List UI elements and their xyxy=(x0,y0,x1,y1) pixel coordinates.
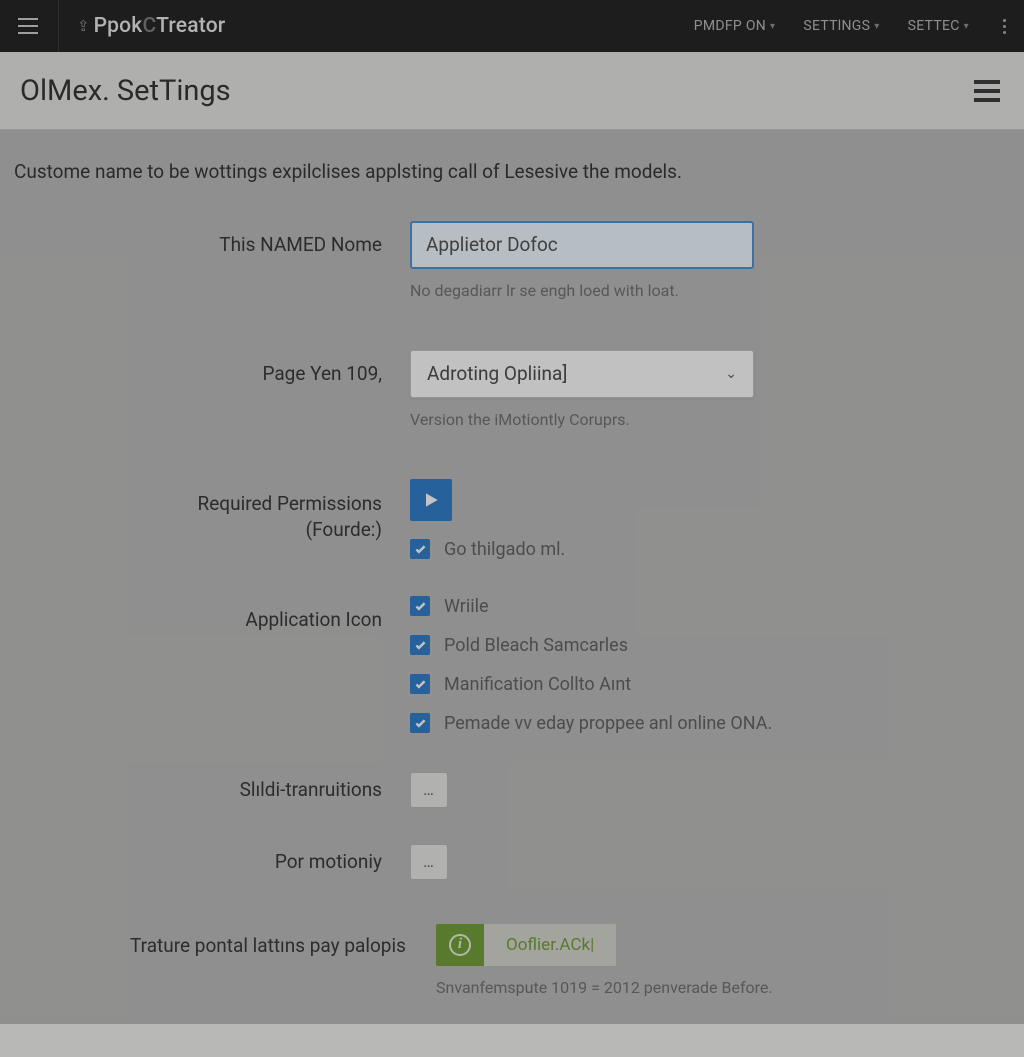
version-select[interactable]: Adroting Opliina] ⌄ xyxy=(410,350,754,398)
permissions-label: Required Permissions (Fourde:) xyxy=(0,479,410,544)
chevron-down-icon: ▾ xyxy=(964,21,969,32)
checkbox-manification-label: Manification Collto Aınt xyxy=(444,674,631,695)
brand-icon: ⇪ xyxy=(77,17,90,35)
checkbox-pemade-label: Pemade vv eday proppee anl online ONA. xyxy=(444,713,772,734)
hamburger-menu-icon[interactable] xyxy=(8,6,48,46)
brand-logo[interactable]: ⇪ PpokCTreator xyxy=(77,14,225,38)
topbar-menu: PMDFP ON▾ SETTlNGS▾ SETTEC▾ xyxy=(694,13,1016,40)
page-description: Custome name to be wottings expilclises … xyxy=(0,130,1024,221)
transitions-label: Slıldi-tranruitions xyxy=(0,772,410,801)
checkbox-go[interactable] xyxy=(410,539,430,559)
page-header: OlMex. SetTings xyxy=(0,52,1024,130)
page-menu-icon[interactable] xyxy=(974,80,1000,102)
chevron-down-icon: ⌄ xyxy=(725,366,737,382)
checkbox-pold[interactable] xyxy=(410,635,430,655)
appicon-label: Application Icon xyxy=(0,596,410,631)
play-icon xyxy=(421,490,441,510)
chevron-down-icon: ▾ xyxy=(874,21,879,32)
topbar-item-settec[interactable]: SETTEC▾ xyxy=(908,18,969,34)
version-label: Page Yen 109, xyxy=(0,350,410,385)
divider xyxy=(58,0,59,52)
kebab-menu-icon[interactable] xyxy=(997,13,1012,40)
checkbox-wrile-label: Wriile xyxy=(444,596,489,617)
checkbox-wrile[interactable] xyxy=(410,596,430,616)
portal-label: Trature pontal lattıns pay palopis xyxy=(0,924,436,957)
play-button[interactable] xyxy=(410,479,452,521)
info-button[interactable]: i xyxy=(436,924,484,966)
checkbox-go-label: Go thilgado ml. xyxy=(444,539,565,560)
topbar-item-pmdfp[interactable]: PMDFP ON▾ xyxy=(694,18,776,34)
checkbox-manification[interactable] xyxy=(410,674,430,694)
settings-form: This NAMED Nome No degadiarr lr se engh … xyxy=(0,221,1024,1057)
topbar-item-settings[interactable]: SETTlNGS▾ xyxy=(803,18,879,34)
portal-action-button[interactable]: Ooflier.ACk| xyxy=(484,924,616,966)
checkbox-pemade[interactable] xyxy=(410,713,430,733)
motion-browse-button[interactable]: … xyxy=(410,844,448,880)
version-selected: Adroting Opliina] xyxy=(427,362,567,385)
topbar: ⇪ PpokCTreator PMDFP ON▾ SETTlNGS▾ SETTE… xyxy=(0,0,1024,52)
transitions-browse-button[interactable]: … xyxy=(410,772,448,808)
checkbox-pold-label: Pold Bleach Samcarles xyxy=(444,635,628,656)
portal-hint: Snvanfemspute 1019 = 2012 penverade Befo… xyxy=(436,978,996,997)
motion-label: Por motioniy xyxy=(0,844,410,873)
page-title: OlMex. SetTings xyxy=(20,74,231,108)
name-input[interactable] xyxy=(410,221,754,269)
name-label: This NAMED Nome xyxy=(0,221,410,256)
brand-text: PpokCTreator xyxy=(94,14,226,38)
info-icon: i xyxy=(449,934,471,956)
name-hint: No degadiarr lr se engh loed with loat. xyxy=(410,281,970,300)
chevron-down-icon: ▾ xyxy=(770,21,775,32)
version-hint: Version the iMotiontly Coruprs. xyxy=(410,410,970,429)
